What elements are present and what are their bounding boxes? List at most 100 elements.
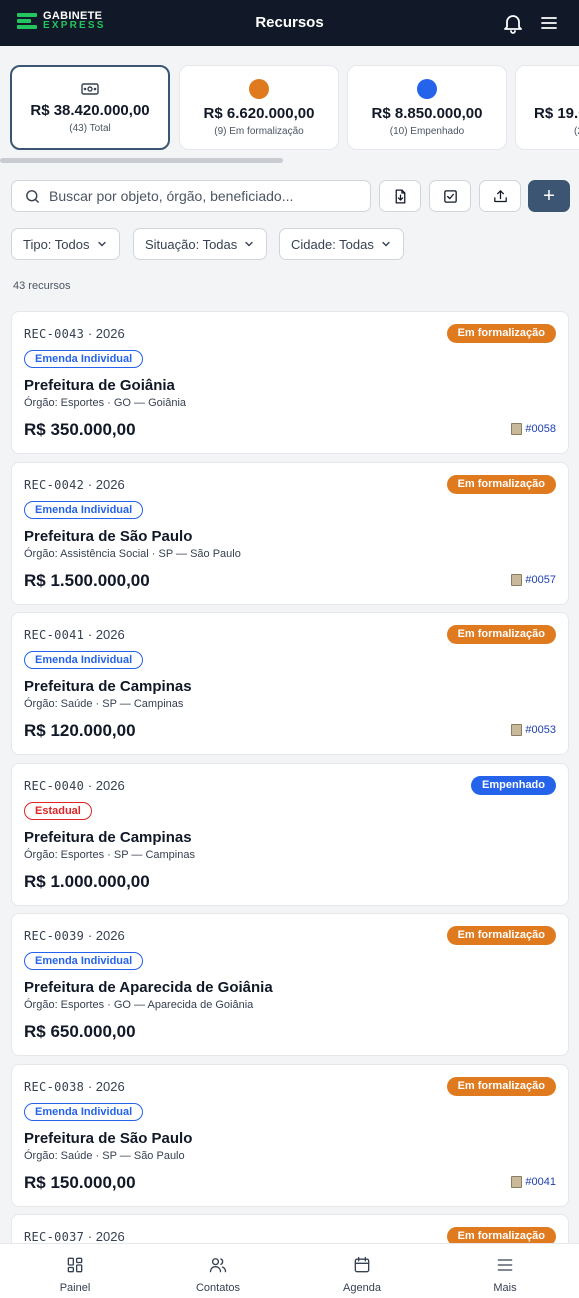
- record-org: Órgão: Esportes · GO — Goiânia: [24, 397, 187, 409]
- record-value: R$ 1.500.000,00: [24, 571, 150, 590]
- filter-label: Tipo: Todos: [23, 236, 90, 252]
- menu-icon: [497, 1259, 513, 1271]
- linked-document[interactable]: #0058: [511, 423, 556, 435]
- record-card[interactable]: REC-0042 · 2026 Em formalização Emenda Ind…: [11, 462, 569, 605]
- record-org: Órgão: Saúde · SP — Campinas: [24, 698, 184, 710]
- page-title: Recursos: [255, 14, 324, 31]
- summary-carousel[interactable]: R$ 38.420.000,00 (43) Total R$ 6.620.000…: [0, 64, 579, 152]
- checkbox-icon: [443, 189, 457, 203]
- summary-amount: R$ 6.620.000,00: [203, 105, 315, 122]
- document-ref: #0057: [525, 574, 556, 586]
- search-box[interactable]: [11, 180, 371, 212]
- record-id: REC-0037: [24, 1230, 85, 1243]
- nav-contatos[interactable]: Contatos: [146, 1244, 290, 1298]
- nav-mais[interactable]: Mais: [433, 1244, 577, 1298]
- nav-painel[interactable]: Painel: [3, 1244, 147, 1298]
- search-input[interactable]: [49, 188, 349, 204]
- record-value: R$ 350.000,00: [24, 420, 136, 439]
- record-id: REC-0039: [24, 929, 85, 943]
- record-org: Órgão: Esportes · SP — Campinas: [24, 849, 195, 861]
- type-tag: Emenda Individual: [24, 501, 144, 519]
- record-list: REC-0043 · 2026 Em formalização Emenda Ind…: [11, 311, 569, 1243]
- type-tag: Emenda Individual: [24, 952, 144, 970]
- summary-amount: R$ 19.0: [534, 105, 579, 122]
- record-id: REC-0042: [24, 478, 85, 492]
- grid-icon: [67, 1257, 83, 1273]
- linked-document[interactable]: #0057: [511, 574, 556, 586]
- record-org: Órgão: Saúde · SP — São Paulo: [24, 1150, 185, 1162]
- app-header: GABINETE EXPRESS Recursos: [0, 0, 579, 46]
- download-file-button[interactable]: [379, 180, 421, 212]
- filter-situacao[interactable]: Situação: Todas: [133, 228, 268, 260]
- record-year: · 2026: [87, 778, 125, 793]
- money-icon: [81, 82, 99, 96]
- record-code: REC-0039 · 2026: [24, 928, 125, 943]
- record-card[interactable]: REC-0039 · 2026 Em formalização Emenda Ind…: [11, 913, 569, 1056]
- record-id: REC-0043: [24, 327, 85, 341]
- record-card[interactable]: REC-0037 · 2026 Em formalização: [11, 1214, 569, 1243]
- type-tag: Emenda Individual: [24, 651, 144, 669]
- record-year: · 2026: [87, 1229, 125, 1243]
- document-icon: [511, 574, 523, 586]
- linked-document[interactable]: #0053: [511, 724, 556, 736]
- record-card[interactable]: REC-0038 · 2026 Em formalização Emenda Ind…: [11, 1064, 569, 1207]
- record-code: REC-0038 · 2026: [24, 1079, 125, 1094]
- chevron-down-icon: [382, 241, 390, 247]
- record-title: Prefeitura de Campinas: [24, 678, 192, 695]
- record-id: REC-0041: [24, 628, 85, 642]
- document-ref: #0041: [525, 1176, 556, 1188]
- record-code: REC-0041 · 2026: [24, 627, 125, 642]
- summary-card-empenhado[interactable]: R$ 8.850.000,00 (10) Empenhado: [347, 65, 507, 150]
- summary-card-partial[interactable]: R$ 19.0 (2: [515, 65, 579, 150]
- calendar-icon: [354, 1256, 370, 1273]
- add-button[interactable]: +: [528, 180, 570, 212]
- filter-cidade[interactable]: Cidade: Todas: [279, 228, 404, 260]
- record-card[interactable]: REC-0041 · 2026 Em formalização Emenda Ind…: [11, 612, 569, 755]
- document-icon: [511, 1176, 523, 1188]
- nav-label: Painel: [59, 1282, 91, 1294]
- record-title: Prefeitura de Campinas: [24, 829, 192, 846]
- linked-document[interactable]: #0041: [511, 1176, 556, 1188]
- file-download-icon: [395, 188, 405, 204]
- select-button[interactable]: [429, 180, 471, 212]
- record-code: REC-0042 · 2026: [24, 477, 125, 492]
- type-tag: Emenda Individual: [24, 350, 144, 368]
- nav-label: Mais: [493, 1282, 517, 1294]
- upload-icon: [493, 189, 507, 202]
- record-id: REC-0038: [24, 1080, 85, 1094]
- filter-label: Cidade: Todas: [291, 236, 374, 252]
- record-org: Órgão: Esportes · GO — Aparecida de Goiâ…: [24, 999, 254, 1011]
- summary-card-total[interactable]: R$ 38.420.000,00 (43) Total: [10, 65, 170, 150]
- nav-label: Agenda: [343, 1282, 381, 1294]
- chevron-down-icon: [245, 241, 253, 247]
- record-card[interactable]: REC-0043 · 2026 Em formalização Emenda Ind…: [11, 311, 569, 454]
- summary-sub: (9) Em formalização: [214, 126, 304, 137]
- type-tag: Emenda Individual: [24, 1103, 144, 1121]
- filter-label: Situação: Todas: [145, 236, 238, 252]
- record-year: · 2026: [87, 477, 125, 492]
- record-value: R$ 150.000,00: [24, 1173, 136, 1192]
- export-button[interactable]: [479, 180, 521, 212]
- nav-agenda[interactable]: Agenda: [290, 1244, 434, 1298]
- status-badge: Em formalização: [446, 475, 556, 494]
- hamburger-menu-icon[interactable]: [537, 11, 561, 35]
- summary-sub: (43) Total: [69, 123, 111, 134]
- status-badge: Empenhado: [471, 776, 556, 795]
- record-title: Prefeitura de Goiânia: [24, 377, 175, 394]
- carousel-scrollbar[interactable]: [0, 158, 283, 163]
- record-title: Prefeitura de Aparecida de Goiânia: [24, 979, 273, 996]
- document-ref: #0058: [525, 423, 556, 435]
- users-icon: [209, 1258, 227, 1273]
- record-year: · 2026: [87, 928, 125, 943]
- status-dot-icon: [249, 79, 269, 99]
- document-ref: #0053: [525, 724, 556, 736]
- bell-icon[interactable]: [501, 11, 525, 35]
- record-card[interactable]: REC-0040 · 2026 Empenhado Estadual Prefeitu…: [11, 763, 569, 906]
- summary-card-em-formalizacao[interactable]: R$ 6.620.000,00 (9) Em formalização: [179, 65, 339, 150]
- filter-tipo[interactable]: Tipo: Todos: [11, 228, 120, 260]
- summary-sub: (10) Empenhado: [389, 126, 465, 137]
- record-id: REC-0040: [24, 779, 85, 793]
- status-badge: Em formalização: [446, 1077, 556, 1096]
- nav-label: Contatos: [195, 1282, 241, 1294]
- summary-amount: R$ 8.850.000,00: [371, 105, 483, 122]
